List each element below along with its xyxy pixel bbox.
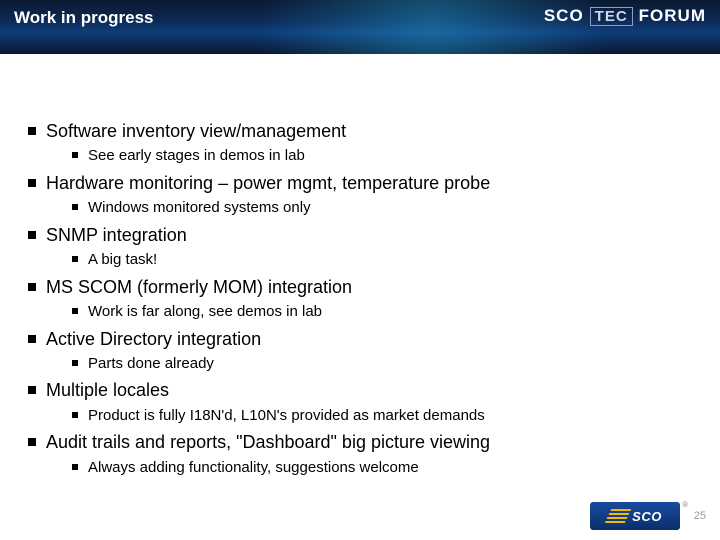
list-item: SNMP integration A big task! (28, 224, 692, 270)
brand-sco-text: SCO (544, 6, 584, 26)
sub-bullet-text: Windows monitored systems only (88, 198, 311, 218)
list-item: Product is fully I18N'd, L10N's provided… (72, 406, 692, 426)
logo-stripes-icon (605, 509, 632, 523)
sub-bullet-text: Parts done already (88, 354, 214, 374)
header-brand: SCO TEC FORUM (544, 6, 706, 26)
bullet-text: Active Directory integration (46, 328, 261, 351)
bullet-row: Multiple locales (28, 379, 692, 402)
sub-list: See early stages in demos in lab (72, 146, 692, 166)
square-bullet-icon (28, 438, 36, 446)
sub-bullet-text: Always adding functionality, suggestions… (88, 458, 419, 478)
sub-list: Work is far along, see demos in lab (72, 302, 692, 322)
bullet-row: Audit trails and reports, "Dashboard" bi… (28, 431, 692, 454)
square-bullet-icon (28, 179, 36, 187)
bullet-row: Parts done already (72, 354, 692, 374)
list-item: Multiple locales Product is fully I18N'd,… (28, 379, 692, 425)
list-item: See early stages in demos in lab (72, 146, 692, 166)
bullet-text: Audit trails and reports, "Dashboard" bi… (46, 431, 490, 454)
sub-list: A big task! (72, 250, 692, 270)
sub-list: Product is fully I18N'd, L10N's provided… (72, 406, 692, 426)
list-item: Software inventory view/management See ea… (28, 120, 692, 166)
bullet-text: MS SCOM (formerly MOM) integration (46, 276, 352, 299)
sub-list: Windows monitored systems only (72, 198, 692, 218)
sub-bullet-text: Product is fully I18N'd, L10N's provided… (88, 406, 485, 426)
sub-list: Parts done already (72, 354, 692, 374)
bullet-row: Product is fully I18N'd, L10N's provided… (72, 406, 692, 426)
bullet-text: Multiple locales (46, 379, 169, 402)
bullet-row: A big task! (72, 250, 692, 270)
list-item: MS SCOM (formerly MOM) integration Work i… (28, 276, 692, 322)
bullet-text: Software inventory view/management (46, 120, 346, 143)
page-number: 25 (690, 510, 706, 522)
bullet-row: Work is far along, see demos in lab (72, 302, 692, 322)
content-area: Software inventory view/management See ea… (28, 120, 692, 483)
bullet-list: Software inventory view/management See ea… (28, 120, 692, 477)
square-bullet-icon (28, 231, 36, 239)
list-item: Active Directory integration Parts done a… (28, 328, 692, 374)
square-bullet-icon (72, 308, 78, 314)
list-item: Always adding functionality, suggestions… (72, 458, 692, 478)
sub-bullet-text: Work is far along, see demos in lab (88, 302, 322, 322)
list-item: Hardware monitoring – power mgmt, temper… (28, 172, 692, 218)
list-item: Parts done already (72, 354, 692, 374)
square-bullet-icon (72, 464, 78, 470)
list-item: A big task! (72, 250, 692, 270)
brand-forum-text: FORUM (639, 6, 706, 26)
logo-text: SCO (632, 509, 662, 524)
square-bullet-icon (72, 152, 78, 158)
square-bullet-icon (28, 283, 36, 291)
square-bullet-icon (72, 360, 78, 366)
bullet-text: Hardware monitoring – power mgmt, temper… (46, 172, 490, 195)
header-bar: Work in progress SCO TEC FORUM (0, 0, 720, 54)
footer: SCO ® 25 (590, 502, 706, 530)
sub-bullet-text: A big task! (88, 250, 157, 270)
square-bullet-icon (28, 386, 36, 394)
bullet-row: Hardware monitoring – power mgmt, temper… (28, 172, 692, 195)
registered-mark-icon: ® (682, 500, 688, 509)
square-bullet-icon (72, 256, 78, 262)
square-bullet-icon (72, 204, 78, 210)
bullet-row: MS SCOM (formerly MOM) integration (28, 276, 692, 299)
sco-logo: SCO ® (590, 502, 680, 530)
bullet-row: Windows monitored systems only (72, 198, 692, 218)
slide-title: Work in progress (14, 8, 544, 28)
square-bullet-icon (28, 127, 36, 135)
brand-tec-text: TEC (590, 7, 633, 26)
bullet-row: Always adding functionality, suggestions… (72, 458, 692, 478)
slide: Work in progress SCO TEC FORUM Software … (0, 0, 720, 540)
sub-bullet-text: See early stages in demos in lab (88, 146, 305, 166)
list-item: Work is far along, see demos in lab (72, 302, 692, 322)
square-bullet-icon (72, 412, 78, 418)
bullet-text: SNMP integration (46, 224, 187, 247)
bullet-row: Active Directory integration (28, 328, 692, 351)
square-bullet-icon (28, 335, 36, 343)
list-item: Windows monitored systems only (72, 198, 692, 218)
bullet-row: See early stages in demos in lab (72, 146, 692, 166)
bullet-row: Software inventory view/management (28, 120, 692, 143)
sub-list: Always adding functionality, suggestions… (72, 458, 692, 478)
bullet-row: SNMP integration (28, 224, 692, 247)
list-item: Audit trails and reports, "Dashboard" bi… (28, 431, 692, 477)
